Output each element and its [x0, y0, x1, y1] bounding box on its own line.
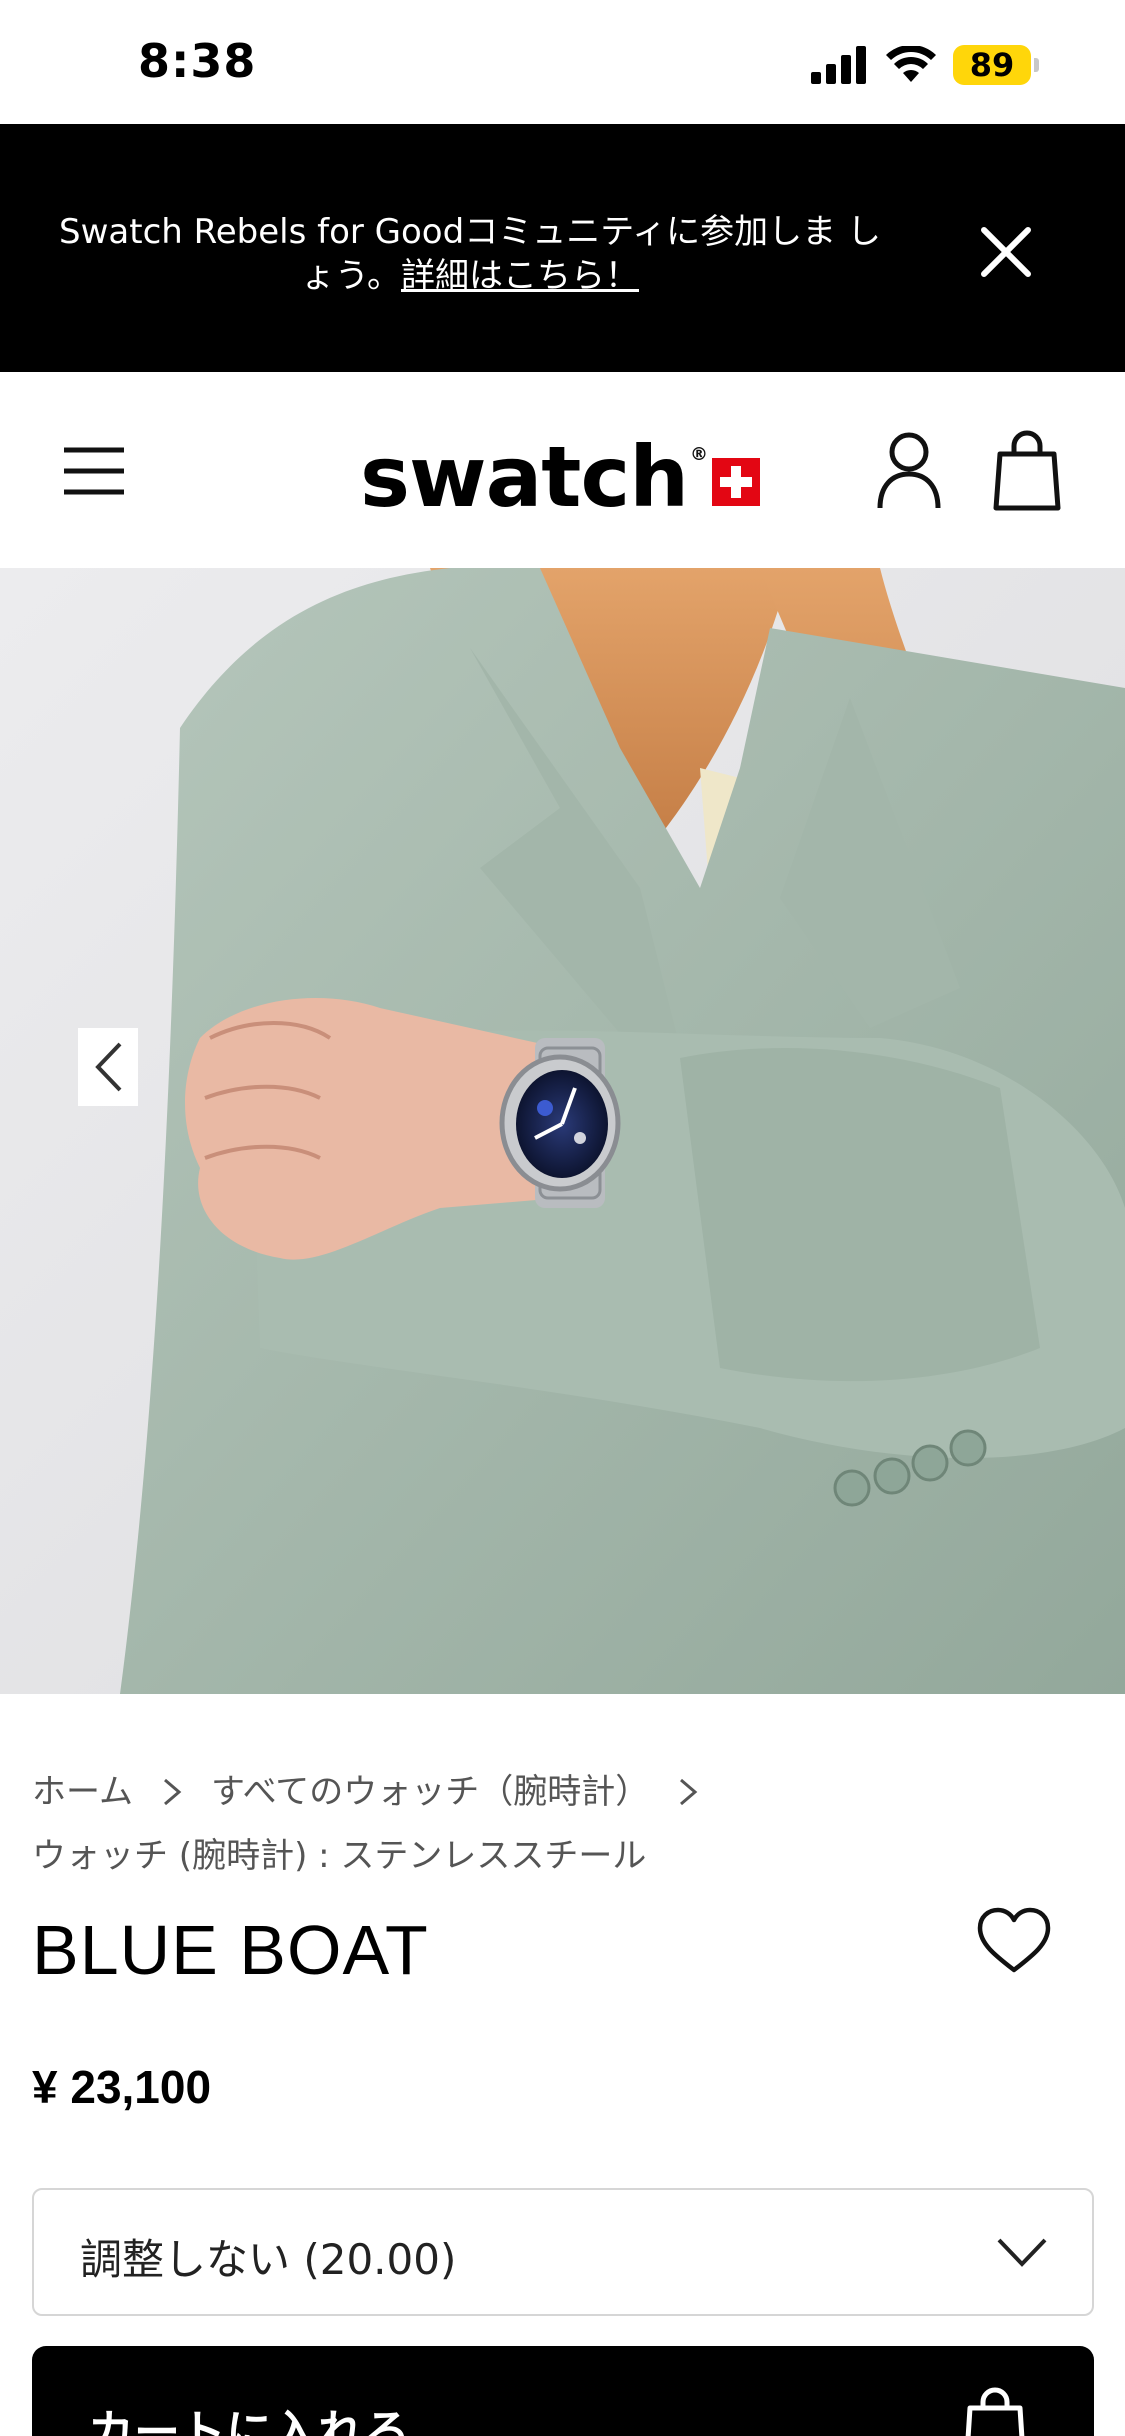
battery-level: 89 — [953, 45, 1031, 85]
promo-text: Swatch Rebels for Goodコミュニティに参加しま しょう。詳細… — [50, 210, 890, 298]
shopping-bag-icon[interactable] — [992, 428, 1062, 512]
chevron-right-icon — [680, 1778, 698, 1806]
carousel-prev-button[interactable] — [78, 1028, 138, 1106]
status-bar: 8:38 89 — [0, 0, 1125, 124]
hero-illustration — [0, 568, 1125, 1694]
breadcrumb: ホーム すべてのウォッチ（腕時計） ウォッチ (腕時計) : ステンレススチール — [32, 1760, 1092, 1888]
swatch-logo[interactable]: swatch ® — [360, 428, 761, 526]
product-price: ¥ 23,100 — [32, 2061, 212, 2113]
status-icons: 89 — [811, 42, 1039, 88]
size-select-value: 調整しない (20.00) — [80, 2235, 457, 2284]
size-select[interactable]: 調整しない (20.00) — [32, 2188, 1094, 2316]
product-hero-image — [0, 568, 1125, 1694]
breadcrumb-home[interactable]: ホーム — [32, 1760, 133, 1824]
shopping-bag-icon — [965, 2387, 1025, 2436]
chevron-down-icon — [997, 2238, 1047, 2267]
site-header: swatch ® — [0, 372, 1125, 568]
product-title: BLUE BOAT — [32, 1911, 429, 1989]
user-icon[interactable] — [876, 430, 942, 510]
promo-banner: Swatch Rebels for Goodコミュニティに参加しま しょう。詳細… — [0, 124, 1125, 372]
add-to-cart-label: カートに入れる — [88, 2405, 410, 2436]
registered-mark: ® — [690, 444, 709, 465]
close-icon[interactable] — [976, 222, 1036, 282]
hamburger-menu-icon[interactable] — [60, 442, 128, 500]
cellular-signal-icon — [811, 46, 866, 84]
battery-tip — [1034, 58, 1039, 72]
add-to-cart-button[interactable]: カートに入れる — [32, 2346, 1094, 2436]
wifi-icon — [886, 46, 936, 82]
breadcrumb-row: ホーム すべてのウォッチ（腕時計） — [32, 1760, 1092, 1824]
breadcrumb-category[interactable]: ウォッチ (腕時計) : ステンレススチール — [32, 1824, 1092, 1888]
status-time: 8:38 — [138, 34, 257, 88]
breadcrumb-all-watches[interactable]: すべてのウォッチ（腕時計） — [211, 1760, 649, 1824]
chevron-left-icon — [95, 1042, 122, 1092]
battery-icon: 89 — [953, 45, 1039, 85]
heart-icon[interactable] — [976, 1906, 1052, 1976]
swiss-cross-icon — [712, 458, 761, 506]
promo-details-link[interactable]: 詳細はこちら！ — [401, 256, 639, 296]
chevron-right-icon — [164, 1778, 182, 1806]
logo-text: swatch — [360, 428, 689, 526]
